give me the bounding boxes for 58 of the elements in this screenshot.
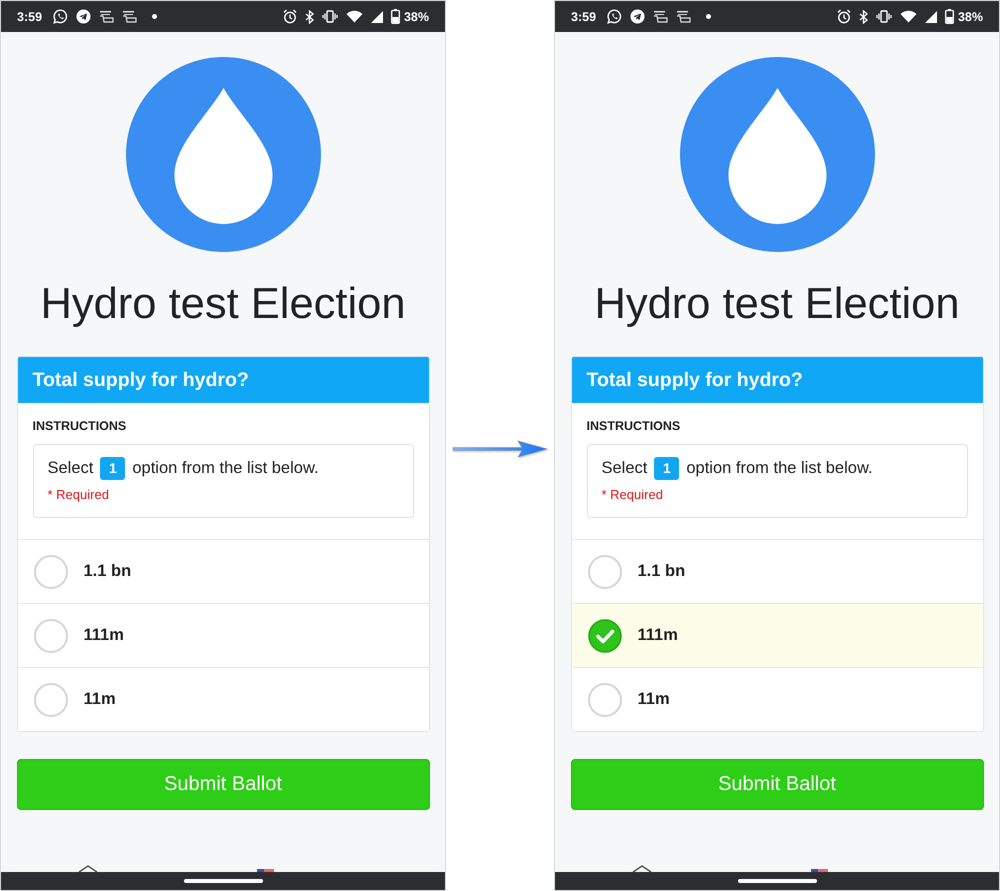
ballot-option[interactable]: 111m <box>572 603 982 667</box>
wifi-icon <box>346 10 363 23</box>
question-title: Total supply for hydro? <box>32 368 249 392</box>
chat-bubble-icon <box>607 9 622 24</box>
battery-percent: 38% <box>958 10 983 24</box>
cart-icon <box>676 10 692 23</box>
radio-icon <box>588 682 622 716</box>
paper-plane-icon <box>76 9 92 24</box>
ballot-option[interactable]: 11m <box>18 667 428 731</box>
battery-icon <box>390 9 400 24</box>
house-icon <box>78 865 98 872</box>
count-badge: 1 <box>100 456 126 480</box>
bluetooth-icon <box>858 10 868 24</box>
gesture-handle[interactable] <box>184 879 262 883</box>
paper-plane-icon <box>630 9 646 24</box>
bluetooth-icon <box>304 10 314 24</box>
vibrate-icon <box>322 10 338 23</box>
required-note: * Required <box>48 487 110 503</box>
house-icon <box>632 865 652 872</box>
right-arrow-icon <box>452 440 548 458</box>
radio-icon <box>588 554 622 588</box>
vibrate-icon <box>876 10 892 23</box>
wifi-icon <box>900 10 917 23</box>
instructions-label: INSTRUCTIONS <box>32 418 128 434</box>
radio-icon <box>34 618 68 652</box>
cart-icon <box>99 10 114 23</box>
instruction-text: Select <box>602 458 648 479</box>
gesture-handle[interactable] <box>738 879 816 883</box>
question-title: Total supply for hydro? <box>586 368 803 392</box>
clock-time: 3:59 <box>17 10 42 24</box>
election-title: Hydro test Election <box>40 280 406 328</box>
instruction-text: Select <box>48 458 94 479</box>
signal-icon <box>370 10 383 22</box>
required-note: * Required <box>602 487 664 503</box>
flag-icon <box>811 869 828 872</box>
ballot-option[interactable]: 11m <box>572 667 982 731</box>
instruction-text: option from the list below. <box>686 458 873 479</box>
signal-icon <box>924 10 937 22</box>
clock-time: 3:59 <box>571 10 596 24</box>
radio-icon <box>34 682 68 716</box>
checked-radio-icon <box>588 618 622 652</box>
radio-icon <box>34 554 68 588</box>
water-drop-icon <box>680 57 874 252</box>
battery-percent: 38% <box>404 10 429 24</box>
instructions-label: INSTRUCTIONS <box>586 418 682 434</box>
chat-bubble-icon <box>53 9 68 24</box>
cart-icon <box>122 10 138 23</box>
flag-icon <box>257 869 274 872</box>
alarm-clock-icon <box>836 9 851 24</box>
water-drop-icon <box>126 57 320 252</box>
election-title: Hydro test Election <box>594 280 960 328</box>
instruction-text: option from the list below. <box>132 458 319 479</box>
battery-icon <box>944 9 954 24</box>
cart-icon <box>653 10 668 23</box>
dot-icon <box>152 14 158 19</box>
count-badge: 1 <box>654 456 680 480</box>
alarm-clock-icon <box>282 9 297 24</box>
dot-icon <box>706 14 712 19</box>
